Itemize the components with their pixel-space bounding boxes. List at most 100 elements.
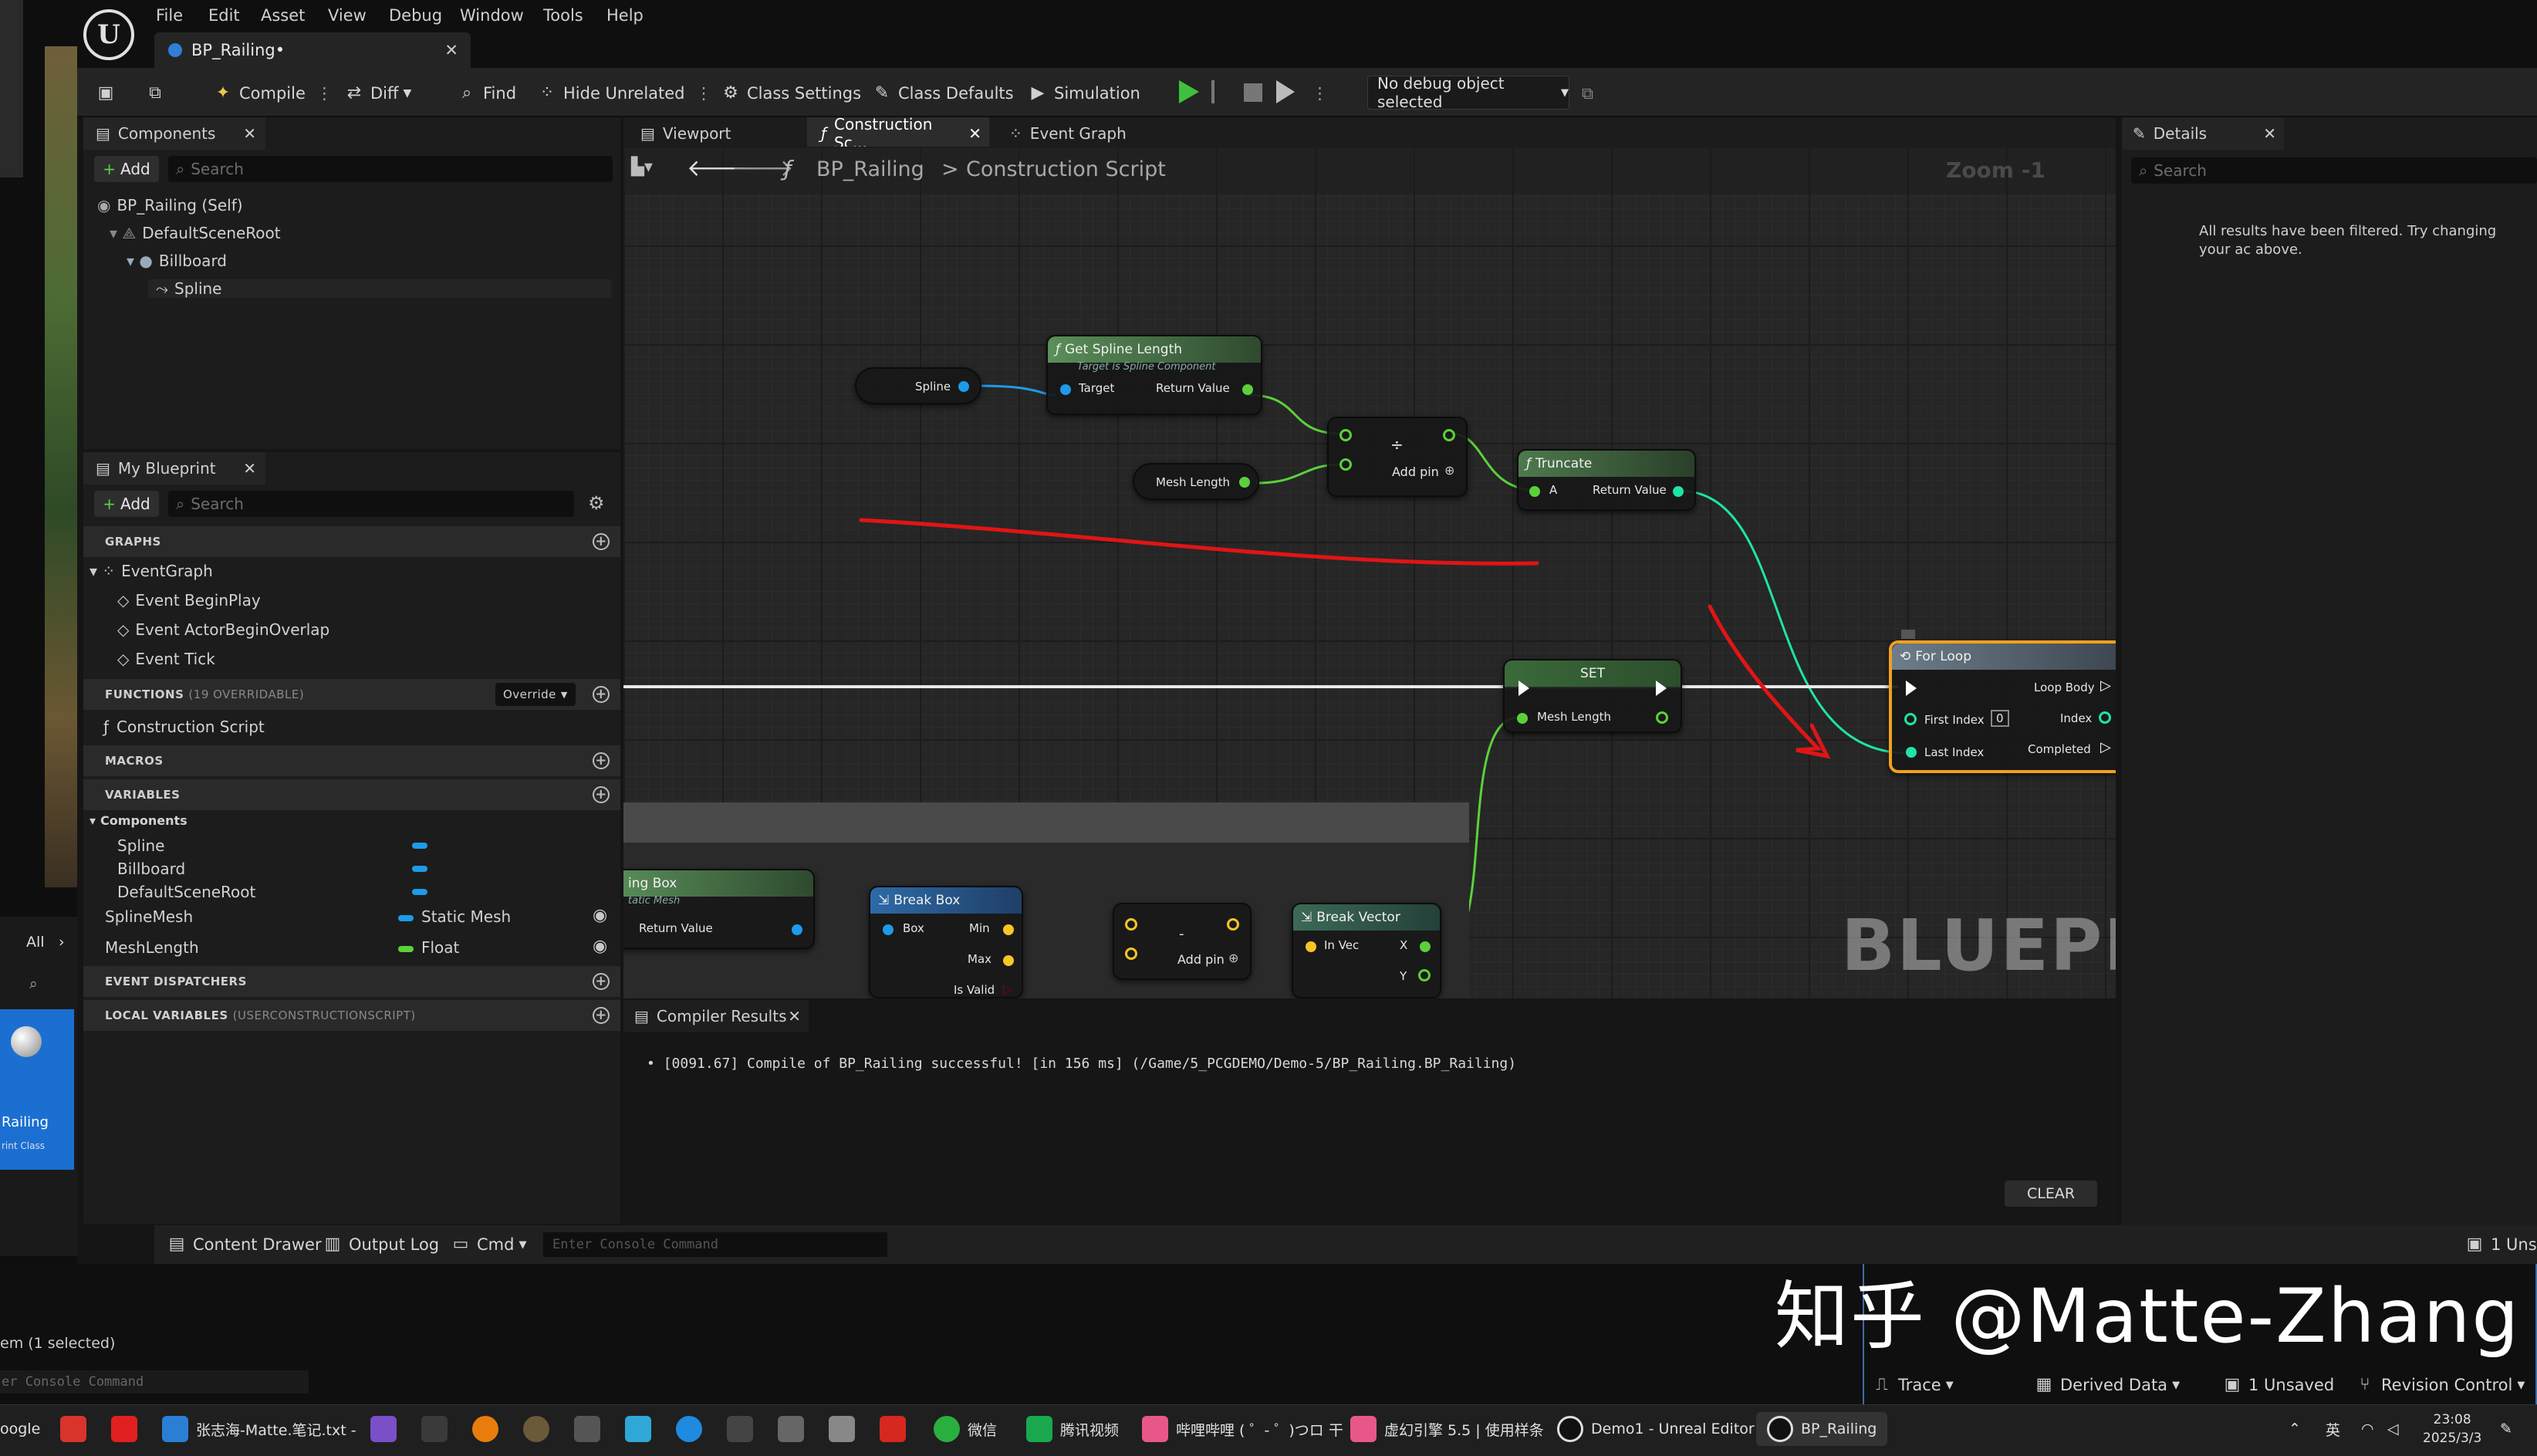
find-button[interactable]: ⌕ Find [457, 77, 516, 110]
input-pin[interactable] [1904, 713, 1917, 725]
output-pin[interactable] [1242, 384, 1253, 395]
compile-button[interactable]: ✦ Compile ⋮ [213, 77, 333, 110]
variable-splinemesh[interactable]: SplineMesh [105, 907, 193, 926]
functions-section[interactable]: FUNCTIONS (19 OVERRIDABLE) Override ▼ + [83, 679, 620, 710]
variable-type-float[interactable]: Float [398, 938, 459, 957]
mesh-length-variable-node[interactable]: Mesh Length [1133, 463, 1259, 500]
close-icon[interactable]: ✕ [2263, 124, 2276, 143]
taskbar-item-bilibili[interactable]: 哔哩哔哩 ( ゜- ゜)つロ 干 [1142, 1412, 1343, 1446]
taskbar-item-app3[interactable] [625, 1412, 659, 1446]
input-pin[interactable] [1125, 918, 1137, 931]
add-pin-label[interactable]: Add pin [1392, 465, 1439, 479]
event-beginplay-item[interactable]: ◇ Event BeginPlay [117, 591, 261, 610]
tree-item-defaultsceneroot[interactable]: ▾ ⟁ DefaultSceneRoot [110, 224, 281, 242]
menu-edit[interactable]: Edit [208, 6, 240, 25]
get-bounding-box-node[interactable]: ing Box tatic Mesh Return Value [623, 869, 815, 949]
notification-icon[interactable]: ✎ [2500, 1412, 2512, 1446]
divide-node[interactable]: ÷ Add pin ⊕ [1327, 417, 1468, 497]
construction-script-item[interactable]: ƒ Construction Script [103, 718, 265, 736]
input-pin[interactable] [1529, 486, 1540, 497]
output-pin[interactable] [1673, 486, 1684, 497]
underlying-unsaved[interactable]: ▣ 1 Unsaved [2222, 1369, 2335, 1401]
taskbar-item-google[interactable]: oogle [0, 1412, 40, 1446]
taskbar-item-unity[interactable] [574, 1412, 608, 1446]
taskbar-item-app7[interactable] [829, 1412, 863, 1446]
cmd-dropdown[interactable]: ▭ Cmd ▼ [451, 1228, 527, 1261]
taskbar-item-tencent-video[interactable]: 腾讯视频 [1026, 1412, 1119, 1446]
event-graph-item[interactable]: ▾ ⁘ EventGraph [90, 562, 213, 580]
taskbar-item-bp-railing[interactable]: BP_Railing [1756, 1412, 1888, 1446]
output-log-button[interactable]: ▥ Output Log [323, 1228, 440, 1261]
debug-filter-icon[interactable]: ⧉ [1582, 77, 1593, 110]
output-pin[interactable] [1420, 941, 1431, 952]
taskbar-item-app1[interactable] [60, 1412, 94, 1446]
blueprint-search-input[interactable]: ⌕ Search [168, 491, 574, 517]
output-pin[interactable] [2099, 711, 2111, 724]
variable-defaultsceneroot[interactable]: DefaultSceneRoot [117, 883, 255, 901]
diff-button[interactable]: ⇄ Diff ▼ [344, 77, 411, 110]
my-blueprint-tab[interactable]: ▤ My Blueprint ✕ [83, 452, 265, 485]
exec-output-pin[interactable]: ▷ [2100, 739, 2111, 755]
eye-icon[interactable]: ◉ [593, 937, 607, 956]
exec-output-pin[interactable]: ▷ [2100, 677, 2111, 694]
browse-icon[interactable]: ⧉ [145, 77, 171, 110]
variable-type-static-mesh[interactable]: Static Mesh [398, 907, 511, 926]
add-component-button[interactable]: + Add [94, 156, 159, 182]
variable-meshlength[interactable]: MeshLength [105, 938, 199, 957]
menu-asset[interactable]: Asset [261, 6, 305, 25]
eye-icon[interactable]: ◉ [593, 906, 607, 925]
hide-unrelated-button[interactable]: ⁘ Hide Unrelated ⋮ [537, 77, 712, 110]
content-drawer-button[interactable]: ▤ Content Drawer [167, 1228, 322, 1261]
taskbar-item-vs[interactable] [370, 1412, 404, 1446]
add-icon[interactable]: + [593, 1007, 610, 1024]
details-tab[interactable]: ✎ Details ✕ [2122, 117, 2284, 150]
revision-control-button[interactable]: ⑂ Revision Control ▼ [2355, 1369, 2525, 1401]
variable-spline[interactable]: Spline [117, 836, 164, 855]
break-box-node[interactable]: ⇲ Break Box Box Min Max Is Valid ▷ [869, 886, 1023, 998]
input-pin[interactable] [1060, 384, 1071, 395]
add-pin-icon[interactable]: ⊕ [1228, 951, 1238, 965]
eject-icon[interactable] [1276, 80, 1295, 103]
derived-data-button[interactable]: ▦ Derived Data ▼ [2034, 1369, 2180, 1401]
tree-item-self[interactable]: ◉ BP_Railing (Self) [97, 196, 243, 215]
subtract-node[interactable]: - Add pin ⊕ [1113, 903, 1252, 980]
close-icon[interactable]: ✕ [968, 124, 981, 143]
reroute-handle[interactable] [1901, 630, 1915, 639]
taskbar-item-wechat[interactable]: 微信 [934, 1412, 997, 1446]
clear-button[interactable]: CLEAR [2005, 1181, 2097, 1207]
spline-variable-node[interactable]: Spline [855, 367, 981, 404]
input-pin[interactable] [1906, 747, 1917, 758]
taskbar-item-app2[interactable] [523, 1412, 557, 1446]
taskbar-item-app5[interactable] [727, 1412, 761, 1446]
step-icon[interactable] [1211, 80, 1230, 103]
add-icon[interactable]: + [593, 786, 610, 803]
exec-output-pin[interactable] [1656, 681, 1667, 696]
volume-icon[interactable]: ◁ [2387, 1412, 2399, 1446]
output-pin[interactable] [1656, 711, 1668, 724]
console-input[interactable]: Enter Console Command [543, 1232, 887, 1257]
class-defaults-button[interactable]: ✎ Class Defaults [872, 77, 1014, 110]
compiler-results-tab[interactable]: ▤ Compiler Results ✕ [623, 1000, 809, 1032]
variable-billboard[interactable]: Billboard [117, 860, 185, 878]
taskbar-item-ue-docs[interactable]: 虚幻引擎 5.5 | 使用样条 [1350, 1412, 1544, 1446]
event-tick-item[interactable]: ◇ Event Tick [117, 650, 215, 668]
breadcrumb-root[interactable]: BP_Railing [816, 157, 924, 181]
close-icon[interactable]: ✕ [444, 41, 458, 59]
add-pin-label[interactable]: Add pin [1177, 952, 1225, 967]
macros-section[interactable]: MACROS + [83, 745, 620, 776]
event-actorbeginoverlap-item[interactable]: ◇ Event ActorBeginOverlap [117, 620, 329, 639]
menu-tools[interactable]: Tools [543, 6, 583, 25]
input-pin[interactable] [1339, 458, 1352, 471]
first-index-input[interactable]: 0 [1991, 710, 2009, 727]
add-icon[interactable]: + [593, 686, 610, 703]
add-pin-icon[interactable]: ⊕ [1444, 463, 1454, 478]
menu-file[interactable]: File [156, 6, 183, 25]
output-pin[interactable] [792, 924, 802, 935]
ime-indicator[interactable]: 英 [2326, 1412, 2340, 1446]
input-pin[interactable] [883, 924, 894, 935]
document-tab[interactable]: BP_Railing• ✕ [154, 32, 471, 68]
add-icon[interactable]: + [593, 973, 610, 990]
output-pin[interactable] [958, 381, 969, 392]
add-icon[interactable]: + [593, 533, 610, 550]
bookmark-icon[interactable]: ▙▾ [631, 157, 653, 177]
